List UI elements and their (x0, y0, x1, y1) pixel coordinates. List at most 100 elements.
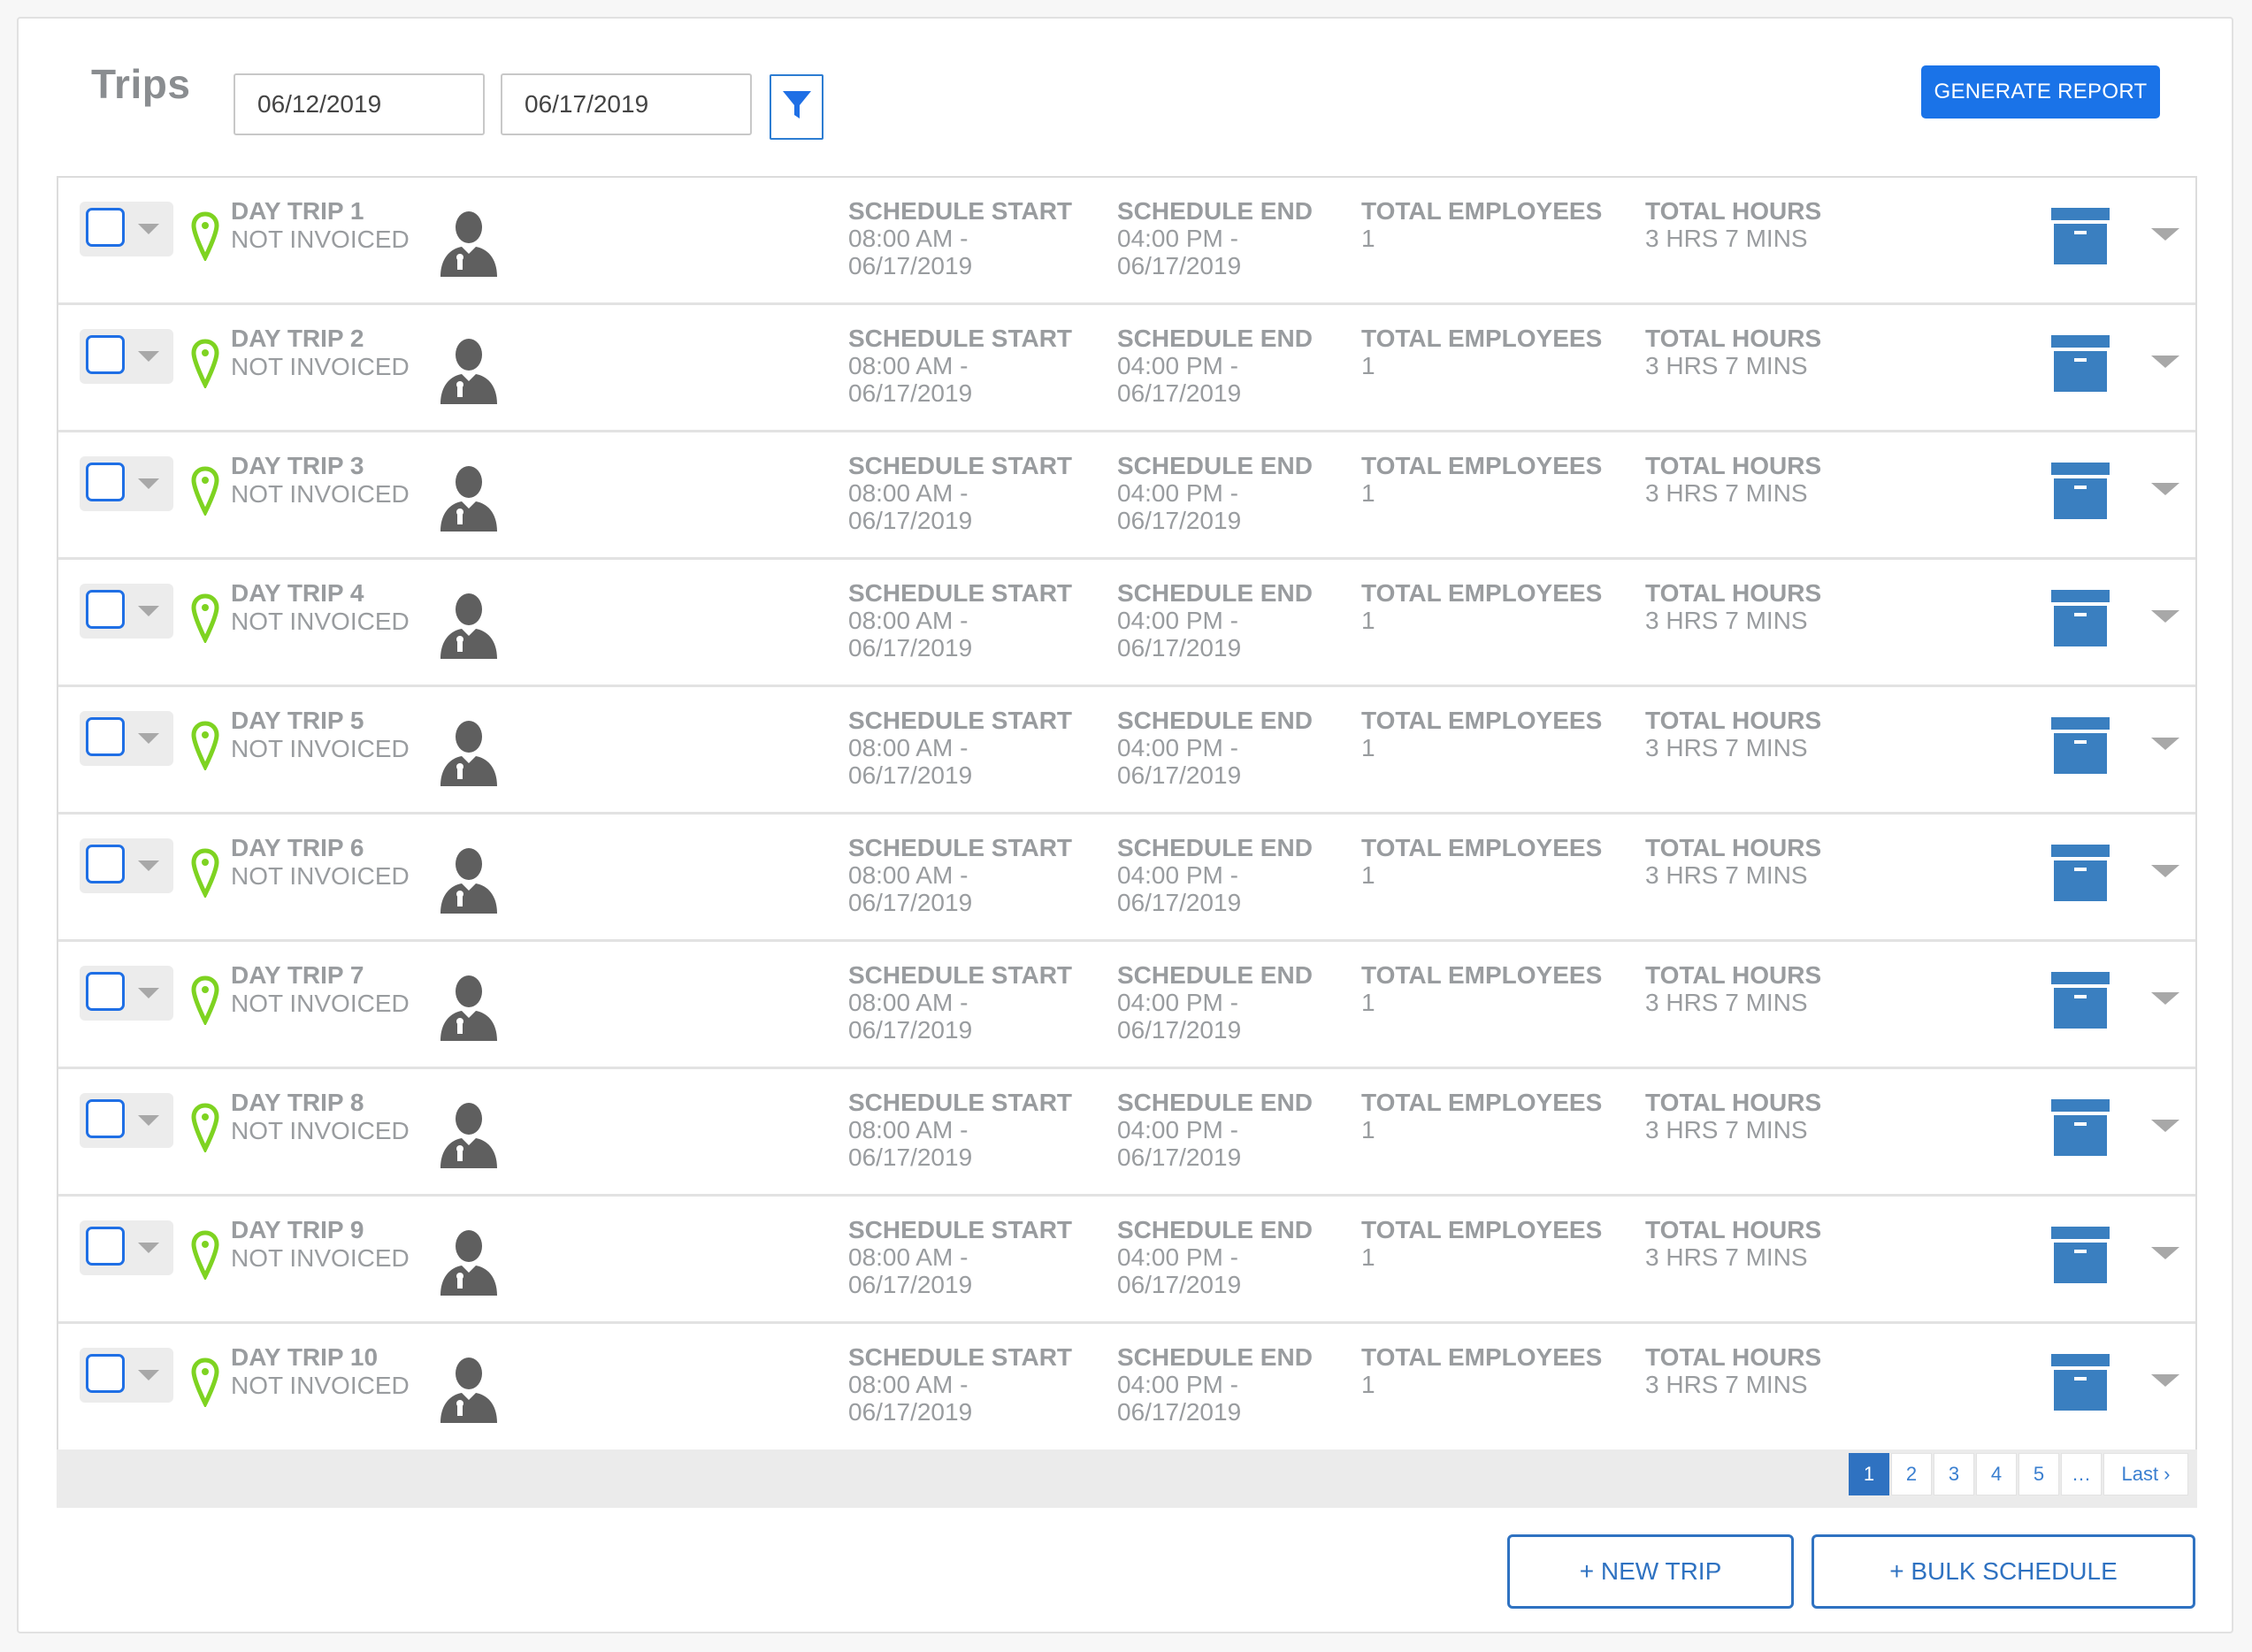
row-checkbox[interactable] (86, 972, 125, 1011)
schedule-start-date: 06/17/2019 (848, 634, 973, 662)
page-button[interactable]: 2 (1891, 1453, 1932, 1495)
page-button[interactable]: 4 (1976, 1453, 2017, 1495)
last-page-button[interactable]: Last › (2103, 1453, 2188, 1495)
invoice-status: NOT INVOICED (231, 226, 410, 253)
chevron-down-icon[interactable] (138, 478, 159, 489)
start-date-input[interactable] (234, 73, 485, 135)
total-employees: TOTAL EMPLOYEES 1 (1361, 579, 1602, 634)
select-dropdown[interactable] (80, 838, 173, 893)
total-employees-header: TOTAL EMPLOYEES (1361, 197, 1603, 225)
chevron-down-icon[interactable] (138, 988, 159, 998)
schedule-end-time: 04:00 PM - (1117, 734, 1238, 761)
expand-row-icon[interactable] (2151, 1247, 2179, 1259)
archive-icon[interactable] (2051, 1354, 2110, 1411)
schedule-start-time: 08:00 AM - (848, 861, 969, 889)
total-employees-header: TOTAL EMPLOYEES (1361, 1089, 1603, 1116)
row-checkbox[interactable] (86, 1354, 125, 1393)
row-checkbox[interactable] (86, 590, 125, 629)
row-checkbox[interactable] (86, 1227, 125, 1266)
page-title: Trips (91, 61, 191, 107)
row-checkbox[interactable] (86, 335, 125, 374)
employee-icon (440, 1358, 497, 1423)
expand-row-icon[interactable] (2151, 992, 2179, 1005)
expand-row-icon[interactable] (2151, 738, 2179, 750)
location-pin-icon (191, 1358, 219, 1407)
archive-icon[interactable] (2051, 463, 2110, 519)
select-dropdown[interactable] (80, 329, 173, 384)
total-hours-header: TOTAL HOURS (1645, 707, 1822, 734)
generate-report-button[interactable]: GENERATE REPORT (1921, 65, 2160, 119)
expand-row-icon[interactable] (2151, 1374, 2179, 1387)
schedule-start-time: 08:00 AM - (848, 734, 969, 761)
filter-icon (781, 88, 813, 126)
select-dropdown[interactable] (80, 202, 173, 256)
archive-icon[interactable] (2051, 717, 2110, 774)
schedule-start-time: 08:00 AM - (848, 225, 969, 252)
archive-icon[interactable] (2051, 845, 2110, 901)
chevron-down-icon[interactable] (138, 606, 159, 616)
filter-button[interactable] (770, 74, 823, 140)
expand-row-icon[interactable] (2151, 1120, 2179, 1132)
chevron-down-icon[interactable] (138, 860, 159, 871)
select-dropdown[interactable] (80, 1348, 173, 1403)
schedule-end-time: 04:00 PM - (1117, 861, 1238, 889)
schedule-end-date: 06/17/2019 (1117, 761, 1242, 789)
page-button[interactable]: 1 (1849, 1453, 1889, 1495)
expand-row-icon[interactable] (2151, 610, 2179, 623)
location-pin-icon (191, 1230, 219, 1280)
chevron-down-icon[interactable] (138, 1115, 159, 1126)
expand-row-icon[interactable] (2151, 228, 2179, 241)
trip-row: DAY TRIP 1 NOT INVOICED SCHEDULE START 0… (58, 178, 2195, 305)
schedule-start-date: 06/17/2019 (848, 507, 973, 534)
archive-icon[interactable] (2051, 1227, 2110, 1283)
archive-icon[interactable] (2051, 1099, 2110, 1156)
archive-icon[interactable] (2051, 972, 2110, 1029)
page-button[interactable]: 5 (2018, 1453, 2059, 1495)
schedule-end: SCHEDULE END 04:00 PM - 06/17/2019 (1117, 1089, 1313, 1171)
page-button[interactable]: 3 (1934, 1453, 1974, 1495)
select-dropdown[interactable] (80, 1220, 173, 1275)
row-checkbox[interactable] (86, 1099, 125, 1138)
expand-row-icon[interactable] (2151, 865, 2179, 877)
chevron-down-icon[interactable] (138, 351, 159, 362)
total-employees: TOTAL EMPLOYEES 1 (1361, 325, 1602, 379)
bulk-schedule-button[interactable]: + BULK SCHEDULE (1812, 1534, 2195, 1609)
row-checkbox[interactable] (86, 845, 125, 883)
end-date-input[interactable] (501, 73, 752, 135)
total-hours-header: TOTAL HOURS (1645, 961, 1822, 989)
new-trip-button[interactable]: + NEW TRIP (1507, 1534, 1794, 1609)
archive-icon[interactable] (2051, 335, 2110, 392)
total-hours: TOTAL HOURS 3 HRS 7 MINS (1645, 579, 1821, 634)
expand-row-icon[interactable] (2151, 356, 2179, 368)
chevron-down-icon[interactable] (138, 1243, 159, 1253)
row-checkbox[interactable] (86, 463, 125, 501)
expand-row-icon[interactable] (2151, 483, 2179, 495)
schedule-start: SCHEDULE START 08:00 AM - 06/17/2019 (848, 1343, 1072, 1426)
page-button[interactable]: … (2061, 1453, 2102, 1495)
trip-row: DAY TRIP 5 NOT INVOICED SCHEDULE START 0… (58, 687, 2195, 815)
total-hours: TOTAL HOURS 3 HRS 7 MINS (1645, 834, 1821, 889)
row-checkbox[interactable] (86, 208, 125, 247)
archive-icon[interactable] (2051, 208, 2110, 264)
schedule-end-time: 04:00 PM - (1117, 1243, 1238, 1271)
invoice-status: NOT INVOICED (231, 353, 410, 380)
schedule-end: SCHEDULE END 04:00 PM - 06/17/2019 (1117, 834, 1313, 916)
archive-icon[interactable] (2051, 590, 2110, 646)
total-employees-header: TOTAL EMPLOYEES (1361, 452, 1603, 479)
total-hours-value: 3 HRS 7 MINS (1645, 734, 1808, 761)
row-checkbox[interactable] (86, 717, 125, 756)
total-hours-value: 3 HRS 7 MINS (1645, 352, 1808, 379)
chevron-down-icon[interactable] (138, 733, 159, 744)
schedule-end-header: SCHEDULE END (1117, 197, 1313, 225)
select-dropdown[interactable] (80, 456, 173, 511)
select-dropdown[interactable] (80, 711, 173, 766)
select-dropdown[interactable] (80, 584, 173, 639)
chevron-down-icon[interactable] (138, 1370, 159, 1380)
total-hours-header: TOTAL HOURS (1645, 197, 1822, 225)
total-hours-value: 3 HRS 7 MINS (1645, 1116, 1808, 1143)
select-dropdown[interactable] (80, 966, 173, 1021)
select-dropdown[interactable] (80, 1093, 173, 1148)
chevron-down-icon[interactable] (138, 224, 159, 234)
schedule-start: SCHEDULE START 08:00 AM - 06/17/2019 (848, 579, 1072, 662)
schedule-start-time: 08:00 AM - (848, 1243, 969, 1271)
